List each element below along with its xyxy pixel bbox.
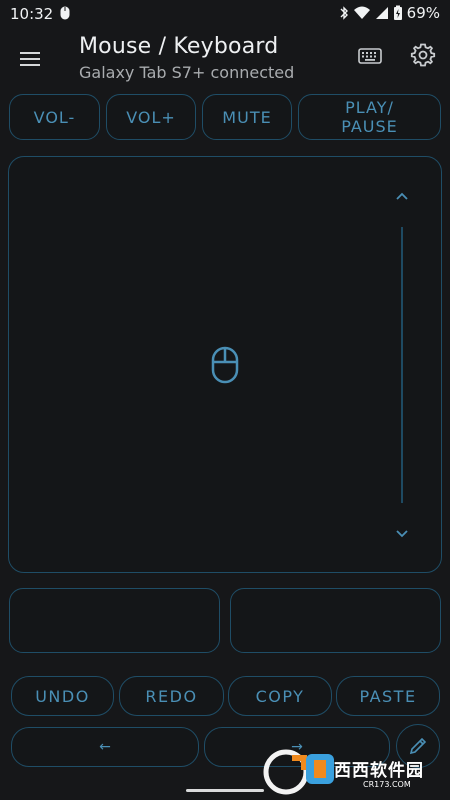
page-title: Mouse / Keyboard bbox=[79, 34, 279, 59]
battery-charging-icon bbox=[393, 5, 402, 20]
left-arrow-button[interactable]: ← bbox=[11, 727, 199, 767]
play-pause-label-line1: PLAY/ bbox=[345, 98, 394, 117]
volume-down-button[interactable]: VOL- bbox=[9, 94, 100, 140]
mute-button[interactable]: MUTE bbox=[202, 94, 292, 140]
left-click-button[interactable] bbox=[9, 588, 220, 653]
play-pause-button[interactable]: PLAY/ PAUSE bbox=[298, 94, 441, 140]
scroll-track[interactable] bbox=[401, 227, 403, 503]
settings-gear-icon[interactable] bbox=[410, 42, 436, 68]
app-bar: Mouse / Keyboard Galaxy Tab S7+ connecte… bbox=[0, 28, 450, 88]
gesture-navigation-handle[interactable] bbox=[186, 789, 264, 792]
connection-status: Galaxy Tab S7+ connected bbox=[79, 63, 295, 82]
bluetooth-icon bbox=[340, 6, 348, 20]
menu-icon[interactable] bbox=[14, 44, 46, 72]
status-icons: 69% bbox=[339, 4, 440, 22]
copy-button[interactable]: COPY bbox=[228, 676, 332, 716]
battery-percent: 69% bbox=[406, 4, 440, 22]
status-time: 10:32 bbox=[10, 5, 54, 23]
watermark-domain: CR173.COM bbox=[363, 780, 411, 789]
undo-button[interactable]: UNDO bbox=[11, 676, 114, 716]
watermark-brand: 西西软件园 bbox=[334, 761, 424, 781]
signal-icon bbox=[375, 7, 388, 19]
mouse-icon bbox=[211, 346, 239, 384]
volume-up-button[interactable]: VOL+ bbox=[106, 94, 196, 140]
wifi-icon bbox=[353, 6, 370, 19]
paste-button[interactable]: PASTE bbox=[336, 676, 440, 716]
status-bar: 10:32 69% bbox=[0, 0, 450, 28]
scroll-down-chevron-icon[interactable] bbox=[392, 524, 412, 544]
scroll-up-chevron-icon[interactable] bbox=[392, 186, 412, 206]
mouse-notification-icon bbox=[60, 6, 70, 20]
redo-button[interactable]: REDO bbox=[119, 676, 224, 716]
keyboard-icon[interactable] bbox=[356, 44, 384, 68]
right-click-button[interactable] bbox=[230, 588, 441, 653]
play-pause-label-line2: PAUSE bbox=[341, 117, 398, 136]
